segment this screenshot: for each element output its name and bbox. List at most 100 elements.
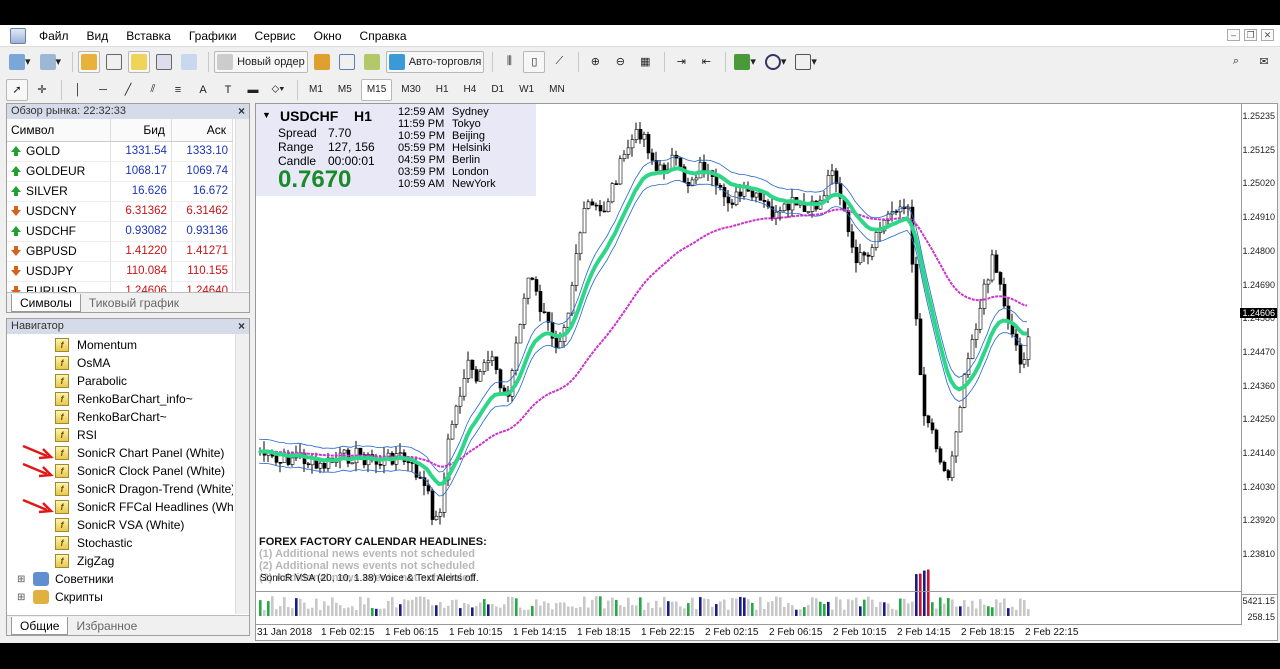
fibo-icon[interactable]: ≡ bbox=[167, 79, 189, 101]
indicator-item[interactable]: f Momentum bbox=[7, 336, 233, 354]
cursor-icon[interactable]: ➚ bbox=[6, 78, 28, 101]
menu-tools[interactable]: Сервис bbox=[248, 25, 307, 47]
menu-charts[interactable]: Графики bbox=[182, 25, 248, 47]
volume-bar bbox=[795, 609, 798, 616]
tf-h1[interactable]: H1 bbox=[430, 79, 455, 101]
expand-icon[interactable]: ⊞ bbox=[17, 592, 29, 603]
column-header-ask[interactable]: Аск bbox=[171, 119, 234, 142]
menu-window[interactable]: Окно bbox=[307, 25, 353, 47]
fullscreen-button[interactable] bbox=[336, 51, 358, 73]
close-icon[interactable]: × bbox=[238, 104, 245, 119]
tester-button[interactable] bbox=[178, 51, 200, 73]
line-chart-button[interactable]: ⟋ bbox=[548, 51, 570, 73]
new-order-button[interactable]: Новый ордер bbox=[214, 50, 308, 73]
text-label-icon[interactable]: T bbox=[217, 79, 239, 101]
market-watch-button[interactable] bbox=[78, 50, 101, 73]
indicator-item[interactable]: f ZigZag bbox=[7, 552, 233, 570]
navigator-scrollbar[interactable] bbox=[235, 334, 249, 614]
close-icon[interactable]: ✕ bbox=[1261, 29, 1274, 41]
tab-symbols[interactable]: Символы bbox=[11, 294, 81, 312]
tf-m5[interactable]: M5 bbox=[332, 79, 358, 101]
navigator-button[interactable] bbox=[128, 50, 151, 73]
zoom-out-icon[interactable]: ⊖ bbox=[609, 51, 631, 73]
tf-d1[interactable]: D1 bbox=[485, 79, 510, 101]
navigator-folder[interactable]: ⊞ Советники bbox=[7, 570, 233, 588]
folder-name: Советники bbox=[55, 572, 114, 586]
zoom-in-icon[interactable]: ⊕ bbox=[584, 51, 606, 73]
tf-m1[interactable]: M1 bbox=[303, 79, 329, 101]
menu-insert[interactable]: Вставка bbox=[119, 25, 182, 47]
expand-icon[interactable]: ⊞ bbox=[17, 574, 29, 585]
column-header-symbol[interactable]: Символ bbox=[7, 119, 111, 142]
indicator-item[interactable]: f OsMA bbox=[7, 354, 233, 372]
quote-row[interactable]: SILVER 16.626 16.672 bbox=[7, 181, 234, 202]
quote-row[interactable]: GOLD 1331.54 1333.10 bbox=[7, 141, 234, 162]
indicator-item[interactable]: f SonicR VSA (White) bbox=[7, 516, 233, 534]
autoscroll-icon[interactable]: ⇥ bbox=[670, 51, 692, 73]
search-icon[interactable]: ⌕ bbox=[1225, 51, 1247, 73]
quote-row[interactable]: USDCHF 0.93082 0.93136 bbox=[7, 221, 234, 242]
minimize-icon[interactable]: – bbox=[1227, 29, 1240, 41]
indicator-item[interactable]: f Parabolic bbox=[7, 372, 233, 390]
tab-tick-chart[interactable]: Тиковый график bbox=[81, 294, 187, 312]
chat-icon[interactable]: ✉ bbox=[1253, 51, 1275, 73]
tf-w1[interactable]: W1 bbox=[513, 79, 540, 101]
shapes-icon[interactable]: ⬦▾ bbox=[267, 79, 289, 101]
quote-row[interactable]: USDJPY 110.084 110.155 bbox=[7, 261, 234, 282]
navigator-folder[interactable]: ⊞ Скрипты bbox=[7, 588, 233, 606]
templates-button[interactable]: ▾ bbox=[792, 51, 820, 73]
chart-window[interactable]: ▼ USDCHF H1 Spread 7.70 Range 127, 156 C… bbox=[255, 103, 1278, 641]
tile-windows-icon[interactable]: ▦ bbox=[634, 51, 656, 73]
vsa-subwindow-label: SonicR VSA (20, 10, 1.38) Voice & Text A… bbox=[260, 573, 479, 584]
tab-favorites[interactable]: Избранное bbox=[68, 617, 145, 635]
quote-row[interactable]: GOLDEUR 1068.17 1069.74 bbox=[7, 161, 234, 182]
restore-icon[interactable]: ❐ bbox=[1244, 29, 1257, 41]
chart-shift-icon[interactable]: ⇤ bbox=[695, 51, 717, 73]
panel-collapse-icon[interactable]: ▼ bbox=[262, 110, 271, 120]
indicator-item[interactable]: f SonicR Clock Panel (White) bbox=[7, 462, 233, 480]
indicator-item[interactable]: f Stochastic bbox=[7, 534, 233, 552]
market-watch-scrollbar[interactable] bbox=[235, 119, 249, 291]
vertical-line-icon[interactable]: │ bbox=[67, 79, 89, 101]
tf-mn[interactable]: MN bbox=[543, 79, 571, 101]
crosshair-icon[interactable]: ✛ bbox=[31, 79, 53, 101]
subwindow-divider[interactable] bbox=[256, 591, 1242, 592]
candle-chart-button[interactable]: ▯ bbox=[523, 50, 546, 73]
terminal-button[interactable] bbox=[153, 51, 175, 73]
signals-button[interactable] bbox=[361, 51, 383, 73]
indicator-item[interactable]: f SonicR Dragon-Trend (White) bbox=[7, 480, 233, 498]
tf-h4[interactable]: H4 bbox=[458, 79, 483, 101]
price-label: 1.25235 bbox=[1242, 111, 1275, 121]
autotrading-button[interactable]: Авто-торговля bbox=[385, 50, 485, 73]
close-icon[interactable]: × bbox=[238, 319, 245, 334]
text-icon[interactable]: A bbox=[192, 79, 214, 101]
menu-file[interactable]: Файл bbox=[32, 25, 80, 47]
tab-common[interactable]: Общие bbox=[11, 617, 69, 635]
tf-m30[interactable]: M30 bbox=[395, 79, 426, 101]
quote-row[interactable]: USDCNY 6.31362 6.31462 bbox=[7, 201, 234, 222]
symbol-name: USDJPY bbox=[26, 264, 74, 278]
indicator-item[interactable]: f SonicR FFCal Headlines (White) bbox=[7, 498, 233, 516]
rectangle-icon[interactable]: ▬ bbox=[242, 79, 264, 101]
tf-m15[interactable]: M15 bbox=[360, 78, 393, 101]
trendline-icon[interactable]: ╱ bbox=[117, 79, 139, 101]
bar-chart-button[interactable]: ⫼ bbox=[498, 51, 520, 73]
new-chart-button[interactable]: ▾ bbox=[6, 51, 34, 73]
menu-help[interactable]: Справка bbox=[353, 25, 418, 47]
menu-view[interactable]: Вид bbox=[80, 25, 120, 47]
data-window-button[interactable] bbox=[103, 51, 125, 73]
quote-row[interactable]: GBPUSD 1.41220 1.41271 bbox=[7, 241, 234, 262]
profiles-button[interactable]: ▾ bbox=[37, 51, 65, 73]
indicator-item[interactable]: f RenkoBarChart~ bbox=[7, 408, 233, 426]
indicators-button[interactable]: ▾ bbox=[731, 51, 759, 73]
channel-icon[interactable]: ⫽ bbox=[142, 79, 164, 101]
indicator-item[interactable]: f RSI bbox=[7, 426, 233, 444]
periods-button[interactable]: ▾ bbox=[762, 51, 790, 73]
price-axis[interactable]: 1.25235 1.25125 1.25020 1.24910 1.24800 1.246… bbox=[1240, 104, 1277, 594]
indicator-item[interactable]: f SonicR Chart Panel (White) bbox=[7, 444, 233, 462]
column-header-bid[interactable]: Бид bbox=[110, 119, 172, 142]
horizontal-line-icon[interactable]: ─ bbox=[92, 79, 114, 101]
metaeditor-button[interactable] bbox=[311, 51, 333, 73]
indicator-item[interactable]: f RenkoBarChart_info~ bbox=[7, 390, 233, 408]
volume-bar bbox=[951, 599, 954, 616]
